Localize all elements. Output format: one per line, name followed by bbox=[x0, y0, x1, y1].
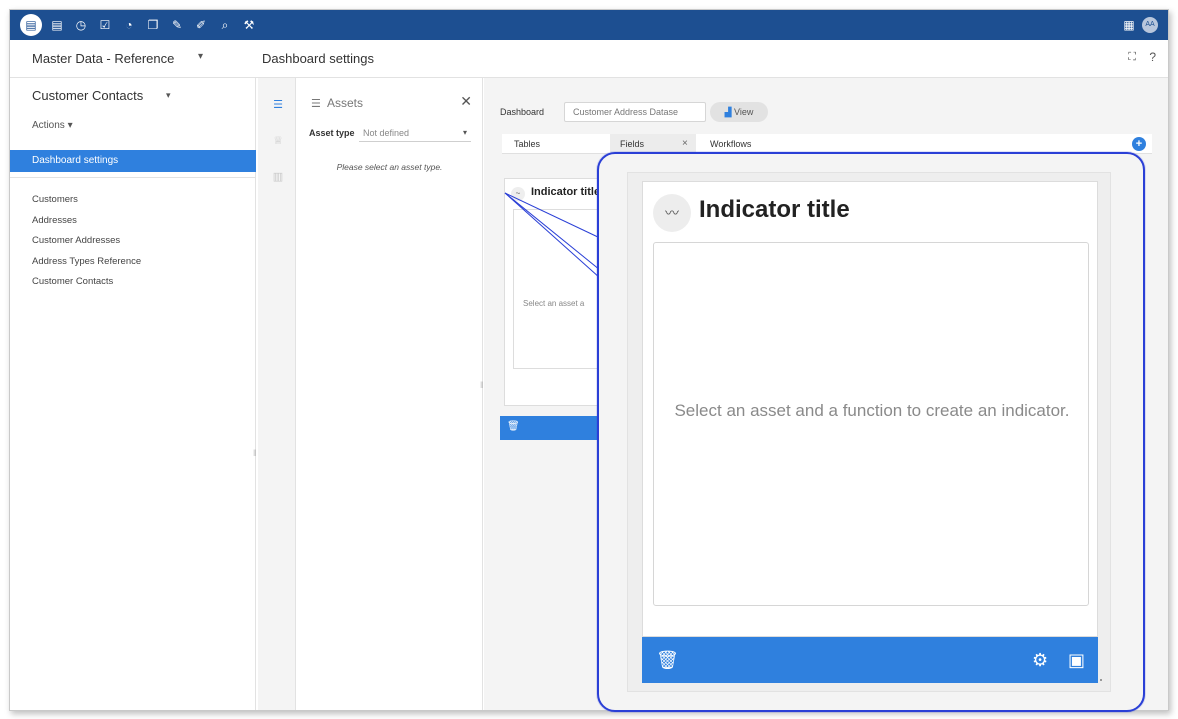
edit-check-icon[interactable]: ✎ bbox=[168, 16, 186, 34]
sidebar-item-address-types-reference[interactable]: Address Types Reference bbox=[32, 252, 141, 273]
wrench-icon[interactable]: ⚒ bbox=[240, 16, 258, 34]
help-icon[interactable]: ? bbox=[1149, 50, 1156, 64]
chevron-down-icon[interactable]: ▾ bbox=[166, 90, 171, 101]
trash-icon[interactable]: 🗑 bbox=[507, 421, 520, 432]
tab-workflows[interactable]: Workflows bbox=[710, 134, 751, 154]
asset-type-label: Asset type bbox=[309, 128, 355, 138]
view-button[interactable]: ▟ View bbox=[710, 102, 768, 122]
assets-empty-message: Please select an asset type. bbox=[336, 162, 443, 172]
dashboard-label: Dashboard bbox=[500, 107, 545, 117]
indicator-title[interactable]: Indicator title bbox=[699, 196, 850, 224]
database-icon[interactable]: ▤ bbox=[48, 16, 66, 34]
assets-panel: ☰ Assets ✕ Asset type Not defined ▾ Plea… bbox=[297, 78, 483, 710]
chevron-down-icon: ▾ bbox=[462, 128, 467, 137]
document-stack-icon[interactable]: ❐ bbox=[144, 16, 162, 34]
indicator-empty-message: Select an asset a bbox=[523, 299, 585, 308]
sidebar-table-list: Customers Addresses Customer Addresses A… bbox=[32, 190, 141, 293]
top-app-bar: ▤ ▤ ◷ ☑ ◔ ❐ ✎ ✐ ⌕ ⚒ ▦ AA bbox=[10, 10, 1168, 40]
sidebar-item-customer-contacts[interactable]: Customer Contacts bbox=[32, 272, 141, 293]
indicator-type-icon[interactable]: ~ bbox=[511, 187, 525, 201]
plug-icon[interactable]: ✐ bbox=[192, 16, 210, 34]
close-tab-icon[interactable]: × bbox=[682, 134, 688, 154]
actions-menu[interactable]: Actions ▾ bbox=[32, 120, 73, 131]
sidebar: Customer Contacts ▾ Actions ▾ Dashboard … bbox=[10, 78, 257, 710]
add-icon[interactable]: + bbox=[1132, 137, 1146, 151]
zoom-callout: 〰 Indicator title Select an asset and a … bbox=[597, 152, 1145, 712]
context-header: Master Data - Reference ▾ Dashboard sett… bbox=[10, 40, 1168, 78]
data-home-icon[interactable]: ▤ bbox=[20, 14, 42, 36]
search-icon[interactable]: ⌕ bbox=[216, 16, 234, 34]
chart-icon: ▟ bbox=[724, 107, 732, 117]
assets-panel-title: Assets bbox=[327, 96, 364, 110]
dashboard-select[interactable]: Customer Address Datase bbox=[564, 102, 706, 122]
assets-tree-icon[interactable]: ☰ bbox=[271, 98, 285, 112]
resize-handle[interactable]: ‖ bbox=[253, 448, 257, 458]
fullscreen-icon[interactable]: ⛶ bbox=[1128, 51, 1136, 64]
page-title: Dashboard settings bbox=[262, 51, 375, 66]
zoomed-indicator-panel: 〰 Indicator title Select an asset and a … bbox=[627, 172, 1111, 692]
assets-tree-icon: ☰ bbox=[311, 98, 321, 110]
sidebar-item-customer-addresses[interactable]: Customer Addresses bbox=[32, 231, 141, 252]
sidebar-item-customers[interactable]: Customers bbox=[32, 190, 141, 211]
sidebar-item-addresses[interactable]: Addresses bbox=[32, 211, 141, 232]
tab-tables[interactable]: Tables bbox=[514, 134, 540, 154]
asset-type-select[interactable]: Not defined ▾ bbox=[359, 124, 471, 142]
indicator-action-bar: 🗑 bbox=[500, 416, 610, 440]
indicator-action-bar: 🗑 ⚙ ▣ bbox=[642, 637, 1098, 683]
user-avatar[interactable]: AA bbox=[1142, 17, 1158, 33]
sidebar-title[interactable]: Customer Contacts bbox=[32, 88, 143, 103]
indicator-body: Select an asset and a function to create… bbox=[653, 242, 1089, 606]
divider bbox=[10, 177, 256, 178]
tab-bar: Tables Fields × Workflows + bbox=[502, 134, 1152, 154]
trash-icon[interactable]: 🗑 bbox=[656, 648, 679, 672]
close-icon[interactable]: ✕ bbox=[460, 93, 472, 110]
indicator-type-icon[interactable]: 〰 bbox=[653, 194, 691, 232]
indicator-empty-message: Select an asset and a function to create… bbox=[674, 401, 1070, 420]
sidebar-item-dashboard-settings[interactable]: Dashboard settings bbox=[10, 150, 256, 172]
decorative-dot bbox=[1100, 679, 1102, 681]
view-button-label: View bbox=[734, 107, 754, 117]
asset-type-value: Not defined bbox=[363, 128, 410, 138]
zoomed-indicator-card: 〰 Indicator title Select an asset and a … bbox=[642, 181, 1098, 637]
gear-icon[interactable]: ⚙ bbox=[1032, 648, 1048, 672]
chevron-down-icon[interactable]: ▾ bbox=[198, 51, 203, 62]
function-icon[interactable]: ♕ bbox=[271, 134, 285, 148]
panel-icon-strip: ☰ ♕ ▥ bbox=[258, 78, 296, 710]
clock-icon[interactable]: ◷ bbox=[72, 16, 90, 34]
gauge-icon[interactable]: ◔ bbox=[120, 16, 138, 34]
task-check-icon[interactable]: ☑ bbox=[96, 16, 114, 34]
calendar-icon[interactable]: ▦ bbox=[1120, 16, 1138, 34]
chart-icon[interactable]: ▥ bbox=[271, 170, 285, 184]
save-icon[interactable]: ▣ bbox=[1068, 648, 1085, 672]
dataspace-selector[interactable]: Master Data - Reference bbox=[32, 51, 174, 66]
